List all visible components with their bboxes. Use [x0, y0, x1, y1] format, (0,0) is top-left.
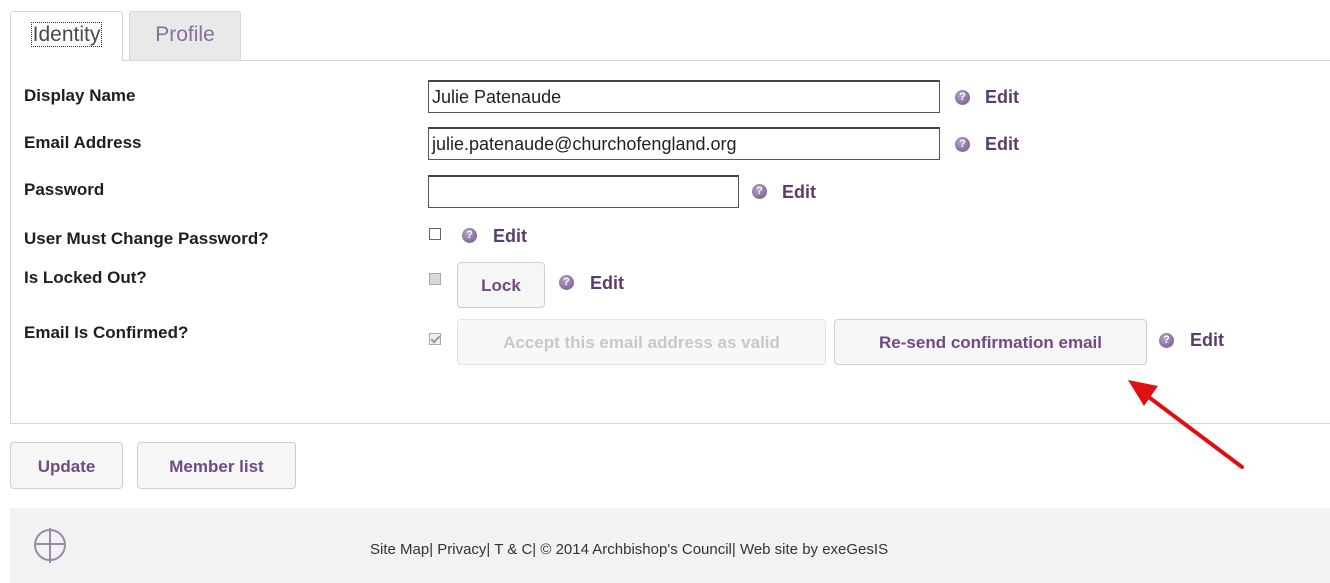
help-icon[interactable]: ? [955, 90, 970, 105]
locked-out-edit-link[interactable]: Edit [590, 273, 624, 294]
help-icon[interactable]: ? [1159, 333, 1174, 348]
lock-button[interactable]: Lock [457, 262, 545, 308]
password-field[interactable] [428, 175, 739, 208]
email-address-label: Email Address [24, 133, 142, 152]
accept-email-button: Accept this email address as valid [457, 319, 826, 365]
update-button[interactable]: Update [10, 442, 123, 489]
help-icon[interactable]: ? [462, 228, 477, 243]
help-icon[interactable]: ? [955, 137, 970, 152]
display-name-field[interactable]: Julie Patenaude [428, 80, 940, 113]
tab-identity-label: Identity [30, 22, 103, 47]
member-list-button[interactable]: Member list [137, 442, 296, 489]
email-confirmed-label: Email Is Confirmed? [24, 323, 189, 342]
help-icon[interactable]: ? [559, 275, 574, 290]
email-edit-link[interactable]: Edit [985, 134, 1019, 155]
tab-profile[interactable]: Profile [129, 11, 241, 60]
password-label: Password [24, 180, 105, 199]
must-change-password-edit-link[interactable]: Edit [493, 226, 527, 247]
password-edit-link[interactable]: Edit [782, 182, 816, 203]
locked-out-label: Is Locked Out? [24, 268, 147, 287]
help-icon[interactable]: ? [752, 184, 767, 199]
email-confirmed-edit-link[interactable]: Edit [1190, 330, 1224, 351]
footer-links[interactable]: Site Map| Privacy| T & C| © 2014 Archbis… [370, 541, 888, 558]
church-of-england-cross-logo-icon [34, 528, 66, 563]
display-name-label: Display Name [24, 86, 136, 105]
site-footer: Site Map| Privacy| T & C| © 2014 Archbis… [10, 508, 1330, 583]
resend-confirmation-email-button[interactable]: Re-send confirmation email [834, 319, 1147, 365]
email-confirmed-checkbox [429, 333, 441, 345]
annotation-arrow-icon [1128, 380, 1244, 469]
tab-identity[interactable]: Identity [10, 11, 123, 61]
must-change-password-label: User Must Change Password? [24, 229, 269, 248]
locked-out-checkbox [429, 273, 441, 285]
must-change-password-checkbox[interactable] [429, 228, 441, 240]
display-name-edit-link[interactable]: Edit [985, 87, 1019, 108]
email-field[interactable]: julie.patenaude@churchofengland.org [428, 127, 940, 160]
